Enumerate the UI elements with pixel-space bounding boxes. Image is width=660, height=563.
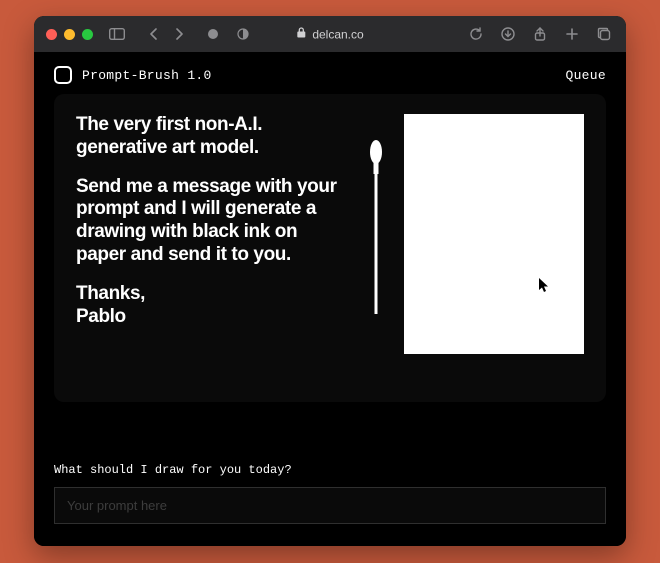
app-header: Prompt-Brush 1.0 Queue [34,52,626,94]
download-icon[interactable] [498,24,518,44]
paper-canvas [404,114,584,354]
minimize-window-button[interactable] [64,29,75,40]
nav-arrows [143,24,189,44]
tabs-overview-icon[interactable] [594,24,614,44]
browser-titlebar: delcan.co [34,16,626,52]
app-title: Prompt-Brush 1.0 [82,68,212,83]
sidebar-toggle-icon[interactable] [107,24,127,44]
lock-icon [296,27,306,42]
hero-thanks: Thanks, [76,283,145,304]
prompt-section: What should I draw for you today? [54,463,606,524]
prompt-label: What should I draw for you today? [54,463,606,477]
brush-icon [366,114,386,320]
cursor-icon [539,278,550,296]
shield-icon[interactable] [233,24,253,44]
reload-button[interactable] [466,24,486,44]
extension-dot-icon[interactable] [203,24,223,44]
logo-icon [54,66,72,84]
hero-paragraph-1: The very first non-A.I. generative art m… [76,114,348,160]
toolbar-right [466,24,614,44]
url-text: delcan.co [312,27,363,41]
share-icon[interactable] [530,24,550,44]
new-tab-button[interactable] [562,24,582,44]
hero-card: The very first non-A.I. generative art m… [54,94,606,402]
close-window-button[interactable] [46,29,57,40]
hero-copy: The very first non-A.I. generative art m… [76,114,348,344]
back-button[interactable] [143,24,163,44]
toolbar-extras [203,24,253,44]
prompt-input[interactable] [54,487,606,524]
browser-window: delcan.co Prompt-Brush 1.0 [34,16,626,546]
window-controls [46,29,93,40]
address-bar[interactable]: delcan.co [296,27,363,42]
queue-link[interactable]: Queue [565,68,606,83]
hero-signoff: Thanks, Pablo [76,283,348,329]
page-content: Prompt-Brush 1.0 Queue The very first no… [34,52,626,546]
hero-name: Pablo [76,306,126,327]
maximize-window-button[interactable] [82,29,93,40]
app-header-left: Prompt-Brush 1.0 [54,66,212,84]
hero-paragraph-2: Send me a message with your prompt and I… [76,176,348,267]
forward-button[interactable] [169,24,189,44]
